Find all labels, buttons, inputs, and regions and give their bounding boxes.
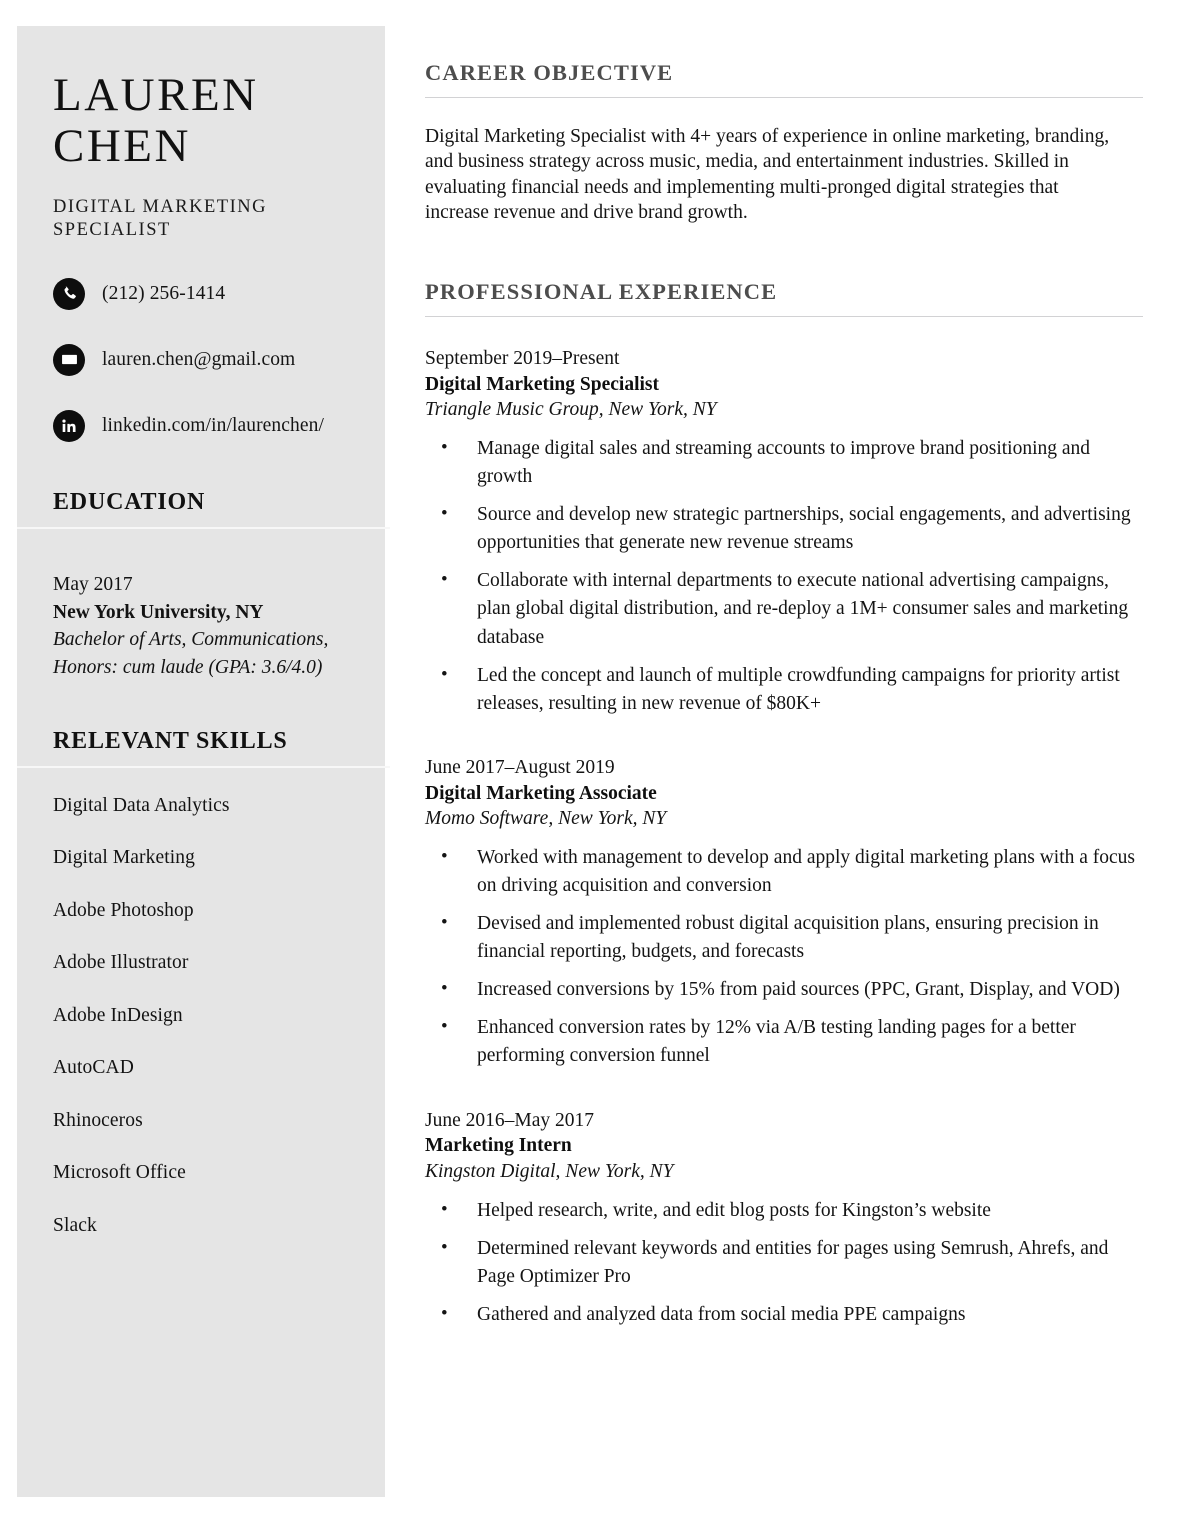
experience-date: September 2019–Present — [425, 347, 620, 369]
experience-bullet: Enhanced conversion rates by 12% via A/B… — [425, 1013, 1137, 1070]
skill-item: Digital Marketing — [53, 847, 195, 869]
skill-item: Adobe Photoshop — [53, 899, 194, 921]
experience-entry: September 2019–Present Digital Marketing… — [425, 346, 1143, 718]
contact-item-phone[interactable]: (212) 256-1414 — [53, 277, 355, 311]
experience-bullet: Gathered and analyzed data from social m… — [425, 1300, 1137, 1329]
skills-list: Digital Data Analytics Digital Marketing… — [53, 795, 355, 1237]
experience-date: June 2017–August 2019 — [425, 756, 615, 778]
education-school: New York University, NY — [53, 601, 264, 623]
experience-organization: Momo Software, New York, NY — [425, 808, 667, 830]
experience-bullet-list: Helped research, write, and edit blog po… — [425, 1196, 1143, 1329]
education-divider — [17, 526, 390, 529]
professional-experience-divider — [425, 315, 1143, 317]
skill-item: Slack — [53, 1214, 97, 1236]
linkedin-icon — [53, 409, 85, 442]
experience-bullet: Manage digital sales and streaming accou… — [425, 434, 1137, 491]
candidate-name: LAUREN CHEN — [53, 26, 355, 172]
career-objective-section: CAREER OBJECTIVE Digital Marketing Speci… — [425, 26, 1143, 225]
experience-title: Marketing Intern — [425, 1135, 572, 1157]
education-degree-line2: Honors: cum laude (GPA: 3.6/4.0) — [53, 656, 323, 678]
contact-linkedin-text: linkedin.com/in/laurenchen/ — [102, 414, 325, 436]
contact-item-email[interactable]: lauren.chen@gmail.com — [53, 343, 355, 377]
experience-bullet: Source and develop new strategic partner… — [425, 500, 1137, 557]
experience-entry: June 2016–May 2017 Marketing Intern King… — [425, 1108, 1143, 1330]
contact-list: (212) 256-1414 lauren.chen@gmail.com lin… — [53, 277, 355, 443]
education-heading: EDUCATION — [53, 488, 206, 515]
experience-bullet: Increased conversions by 15% from paid s… — [425, 975, 1137, 1004]
experience-date: June 2016–May 2017 — [425, 1109, 594, 1131]
career-objective-divider — [425, 97, 1143, 98]
experience-bullet: Collaborate with internal departments to… — [425, 566, 1137, 651]
experience-bullet-list: Manage digital sales and streaming accou… — [425, 434, 1143, 718]
experience-bullet: Determined relevant keywords and entitie… — [425, 1234, 1137, 1291]
skill-item: Rhinoceros — [53, 1109, 143, 1131]
skill-item: Adobe InDesign — [53, 1004, 183, 1026]
education-degree-line1: Bachelor of Arts, Communications, — [53, 629, 329, 651]
envelope-icon — [53, 343, 85, 376]
experience-organization: Triangle Music Group, New York, NY — [425, 399, 717, 421]
main-column: CAREER OBJECTIVE Digital Marketing Speci… — [425, 26, 1143, 1339]
resume-page: LAUREN CHEN DIGITAL MARKETING SPECIALIST… — [0, 0, 1187, 1536]
experience-bullet-list: Worked with management to develop and ap… — [425, 843, 1143, 1071]
contact-email-text: lauren.chen@gmail.com — [102, 348, 296, 370]
phone-icon — [53, 277, 85, 310]
skill-item: Digital Data Analytics — [53, 794, 230, 816]
skill-item: Adobe Illustrator — [53, 952, 189, 974]
experience-title: Digital Marketing Associate — [425, 782, 657, 804]
skills-section: RELEVANT SKILLS Digital Data Analytics D… — [17, 727, 390, 1237]
skills-divider — [17, 765, 390, 768]
professional-experience-heading: PROFESSIONAL EXPERIENCE — [425, 278, 778, 304]
experience-bullet: Helped research, write, and edit blog po… — [425, 1196, 1137, 1225]
experience-title: Digital Marketing Specialist — [425, 373, 659, 395]
professional-experience-section: PROFESSIONAL EXPERIENCE September 2019–P… — [425, 245, 1143, 1329]
candidate-name-line1: LAUREN — [53, 69, 259, 121]
sidebar: LAUREN CHEN DIGITAL MARKETING SPECIALIST… — [17, 26, 390, 1497]
experience-entry: June 2017–August 2019 Digital Marketing … — [425, 755, 1143, 1071]
career-objective-text: Digital Marketing Specialist with 4+ yea… — [425, 126, 1110, 224]
contact-item-linkedin[interactable]: linkedin.com/in/laurenchen/ — [53, 409, 355, 443]
education-date: May 2017 — [53, 573, 133, 595]
candidate-name-line2: CHEN — [53, 119, 191, 172]
experience-bullet: Devised and implemented robust digital a… — [425, 909, 1137, 966]
education-section: EDUCATION May 2017 New York University, … — [17, 488, 390, 682]
skill-item: Microsoft Office — [53, 1162, 186, 1184]
skills-heading: RELEVANT SKILLS — [53, 727, 288, 754]
education-entry: May 2017 New York University, NY Bachelo… — [53, 571, 355, 682]
experience-bullet: Worked with management to develop and ap… — [425, 843, 1137, 900]
skill-item: AutoCAD — [53, 1057, 134, 1079]
experience-bullet: Led the concept and launch of multiple c… — [425, 661, 1137, 718]
career-objective-heading: CAREER OBJECTIVE — [425, 60, 674, 85]
contact-phone-text: (212) 256-1414 — [102, 282, 226, 304]
experience-organization: Kingston Digital, New York, NY — [425, 1161, 674, 1182]
candidate-role: DIGITAL MARKETING SPECIALIST — [53, 196, 267, 241]
